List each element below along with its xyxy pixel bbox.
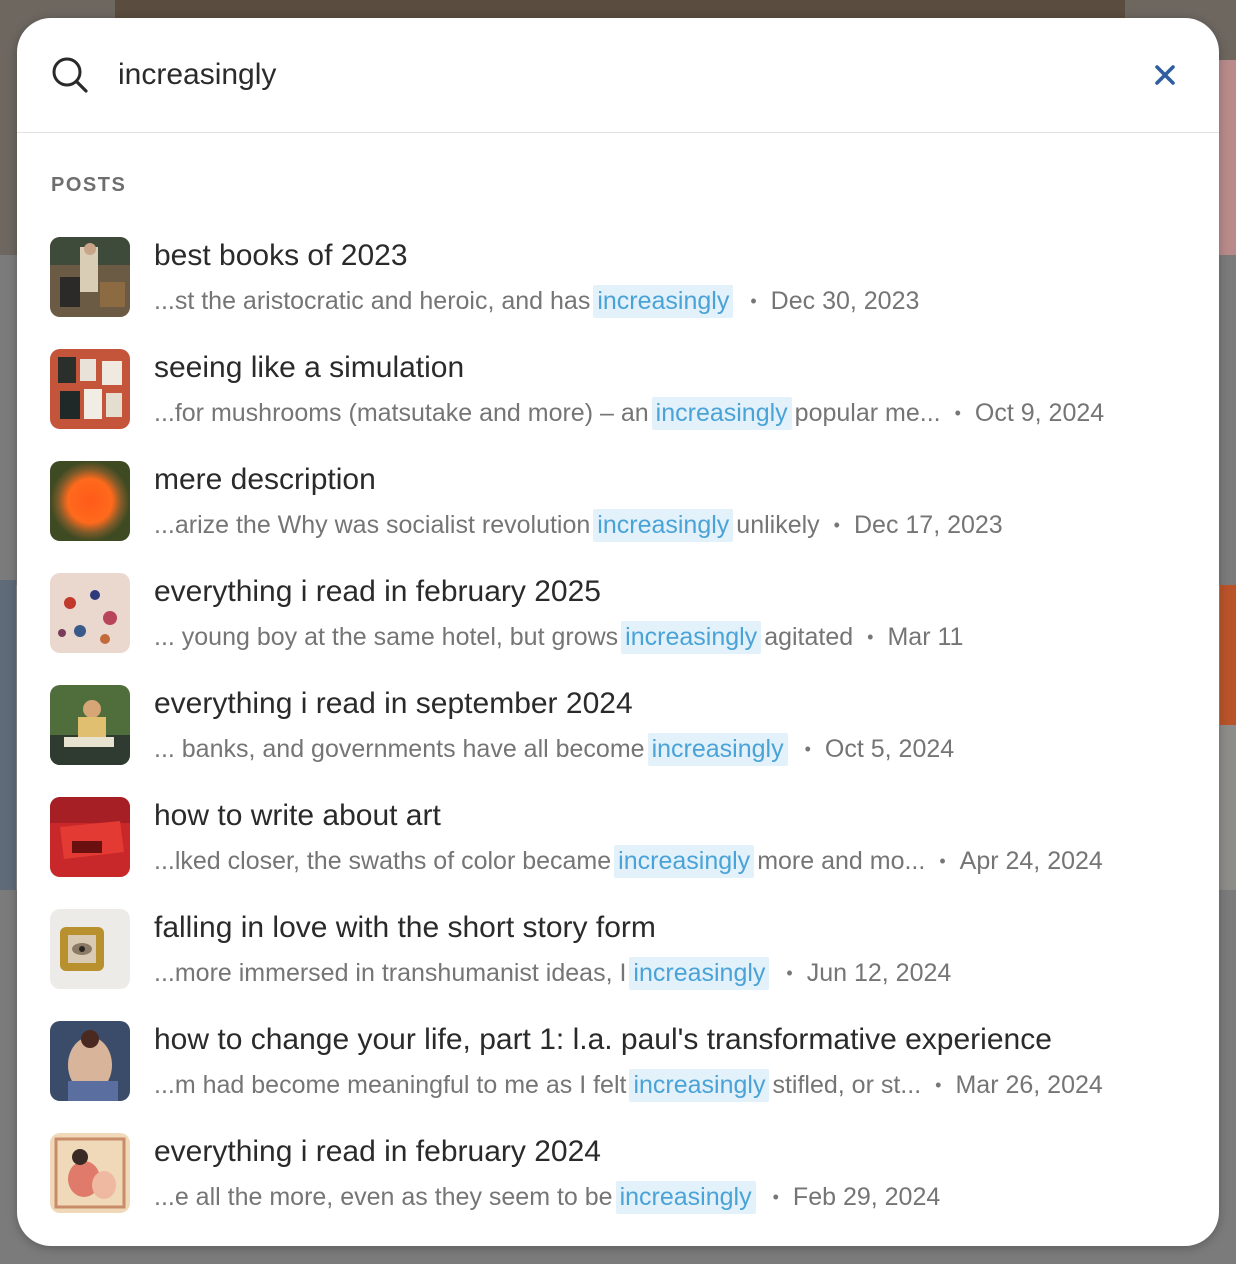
list-item[interactable]: mere description ...arize the Why was so… — [17, 447, 1219, 559]
separator-dot: • — [867, 626, 874, 647]
search-highlight: increasingly — [629, 1068, 770, 1102]
close-icon — [1155, 65, 1175, 85]
search-highlight: increasingly — [593, 284, 734, 318]
results-list: best books of 2023 ...st the aristocrati… — [17, 223, 1219, 1231]
post-date: Jun 12, 2024 — [806, 958, 952, 987]
post-date: Mar 11 — [887, 622, 964, 651]
post-title: falling in love with the short story for… — [154, 911, 656, 944]
post-thumbnail — [50, 349, 130, 429]
separator-dot: • — [939, 850, 946, 871]
search-highlight: increasingly — [651, 396, 792, 430]
search-icon — [51, 56, 89, 94]
post-snippet: ... banks, and governments have all beco… — [154, 729, 954, 769]
list-item[interactable]: how to change your life, part 1: l.a. pa… — [17, 1007, 1219, 1119]
search-highlight: increasingly — [621, 620, 762, 654]
separator-dot: • — [804, 738, 811, 759]
background-right-panel — [1220, 585, 1236, 725]
separator-dot: • — [772, 1186, 779, 1207]
search-bar — [17, 18, 1219, 133]
post-thumbnail — [50, 1133, 130, 1213]
separator-dot: • — [786, 962, 793, 983]
post-snippet: ... young boy at the same hotel, but gro… — [154, 617, 963, 657]
search-highlight: increasingly — [593, 508, 734, 542]
post-snippet: ...for mushrooms (matsutake and more) – … — [154, 393, 1104, 433]
separator-dot: • — [750, 290, 757, 311]
post-date: Oct 9, 2024 — [974, 398, 1105, 427]
post-title: how to write about art — [154, 799, 441, 832]
section-label-posts: POSTS — [51, 174, 127, 196]
post-title: seeing like a simulation — [154, 351, 465, 384]
snippet-text: ...more immersed in transhumanist ideas,… — [154, 958, 627, 987]
post-thumbnail — [50, 461, 130, 541]
post-snippet: ...m had become meaningful to me as I fe… — [154, 1065, 1103, 1105]
post-date: Mar 26, 2024 — [955, 1070, 1103, 1099]
post-date: Apr 24, 2024 — [959, 846, 1103, 875]
separator-dot: • — [833, 514, 840, 535]
post-title: how to change your life, part 1: l.a. pa… — [154, 1023, 1052, 1056]
list-item[interactable]: everything i read in september 2024 ... … — [17, 671, 1219, 783]
snippet-text-after: unlikely — [736, 510, 820, 539]
post-snippet: ...more immersed in transhumanist ideas,… — [154, 953, 951, 993]
post-date: Oct 5, 2024 — [824, 734, 955, 763]
separator-dot: • — [954, 402, 961, 423]
post-title: everything i read in february 2024 — [154, 1135, 601, 1168]
post-thumbnail — [50, 685, 130, 765]
post-thumbnail — [50, 909, 130, 989]
post-title: best books of 2023 — [154, 239, 408, 272]
snippet-text-after: stifled, or st... — [772, 1070, 922, 1099]
list-item[interactable]: everything i read in february 2024 ...e … — [17, 1119, 1219, 1231]
search-input[interactable] — [118, 52, 1118, 98]
post-snippet: ...e all the more, even as they seem to … — [154, 1177, 940, 1217]
list-item[interactable]: falling in love with the short story for… — [17, 895, 1219, 1007]
search-highlight: increasingly — [647, 732, 788, 766]
snippet-text: ... young boy at the same hotel, but gro… — [154, 622, 619, 651]
snippet-text-after: agitated — [764, 622, 854, 651]
snippet-text: ... banks, and governments have all beco… — [154, 734, 645, 763]
background-left-panel — [0, 580, 16, 890]
snippet-text: ...arize the Why was socialist revolutio… — [154, 510, 591, 539]
close-button[interactable] — [1150, 60, 1180, 90]
snippet-text: ...st the aristocratic and heroic, and h… — [154, 286, 591, 315]
post-snippet: ...lked closer, the swaths of color beca… — [154, 841, 1103, 881]
list-item[interactable]: seeing like a simulation ...for mushroom… — [17, 335, 1219, 447]
search-highlight: increasingly — [615, 1180, 756, 1214]
post-title: everything i read in september 2024 — [154, 687, 633, 720]
post-thumbnail — [50, 237, 130, 317]
snippet-text: ...m had become meaningful to me as I fe… — [154, 1070, 627, 1099]
snippet-text: ...e all the more, even as they seem to … — [154, 1182, 613, 1211]
post-thumbnail — [50, 1021, 130, 1101]
post-date: Dec 30, 2023 — [770, 286, 920, 315]
post-snippet: ...st the aristocratic and heroic, and h… — [154, 281, 919, 321]
search-modal: POSTS best books of 2023 ...st the arist… — [17, 18, 1219, 1246]
snippet-text: ...lked closer, the swaths of color beca… — [154, 846, 612, 875]
search-highlight: increasingly — [629, 956, 770, 990]
list-item[interactable]: best books of 2023 ...st the aristocrati… — [17, 223, 1219, 335]
post-title: everything i read in february 2025 — [154, 575, 601, 608]
separator-dot: • — [935, 1074, 942, 1095]
snippet-text-after: more and mo... — [757, 846, 926, 875]
post-thumbnail — [50, 797, 130, 877]
post-snippet: ...arize the Why was socialist revolutio… — [154, 505, 1003, 545]
post-date: Dec 17, 2023 — [853, 510, 1003, 539]
post-thumbnail — [50, 573, 130, 653]
snippet-text-after: popular me... — [794, 398, 941, 427]
search-highlight: increasingly — [614, 844, 755, 878]
post-date: Feb 29, 2024 — [792, 1182, 941, 1211]
list-item[interactable]: everything i read in february 2025 ... y… — [17, 559, 1219, 671]
list-item[interactable]: how to write about art ...lked closer, t… — [17, 783, 1219, 895]
snippet-text: ...for mushrooms (matsutake and more) – … — [154, 398, 649, 427]
post-title: mere description — [154, 463, 376, 496]
